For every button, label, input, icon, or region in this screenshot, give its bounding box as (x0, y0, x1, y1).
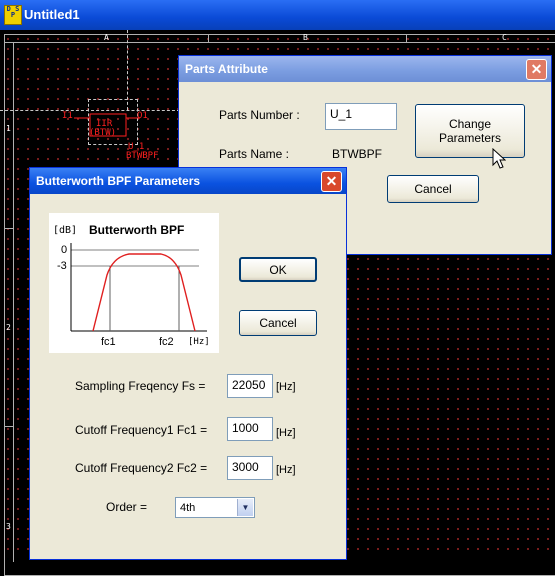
bpf-parameters-title-bar[interactable]: Butterworth BPF Parameters ✕ (30, 168, 346, 194)
graph-fc2: fc2 (159, 336, 174, 348)
close-icon: ✕ (325, 173, 338, 189)
order-select[interactable]: 4th ▼ (175, 497, 255, 518)
bpf-parameters-close-button[interactable]: ✕ (321, 171, 342, 192)
bpf-parameters-dialog: Butterworth BPF Parameters ✕ [dB] Butter… (29, 167, 347, 560)
parts-attribute-title: Parts Attribute (185, 62, 268, 76)
order-label: Order = (106, 500, 148, 514)
fc2-label: Cutoff Frequency2 Fc2 = (75, 461, 208, 475)
mouse-cursor-icon (492, 148, 506, 169)
fc1-unit: [Hz] (276, 427, 296, 439)
window-title: Untitled1 (24, 7, 80, 22)
bpf-response-graph: [dB] Butterworth BPF 0 -3 fc1 fc2 [Hz] (49, 213, 219, 353)
fc2-input[interactable]: 3000 (227, 456, 273, 480)
graph-y3: -3 (57, 260, 67, 272)
fs-label: Sampling Freqency Fs = (75, 379, 206, 393)
order-select-value: 4th (180, 502, 196, 514)
fs-input[interactable]: 22050 (227, 374, 273, 398)
fc2-unit: [Hz] (276, 464, 296, 476)
filter-part-symbol[interactable] (72, 100, 142, 140)
parts-attribute-close-button[interactable]: ✕ (526, 59, 547, 80)
change-parameters-button[interactable]: Change Parameters (415, 104, 525, 158)
column-ruler (5, 34, 555, 43)
row-divider (5, 426, 13, 427)
row-label-1: 1 (6, 124, 11, 133)
row-label-2: 2 (6, 323, 11, 332)
fc1-label: Cutoff Frequency1 Fc1 = (75, 423, 208, 437)
column-divider (208, 34, 209, 42)
bpf-cancel-button[interactable]: Cancel (239, 310, 317, 336)
parts-attribute-title-bar[interactable]: Parts Attribute ✕ (179, 56, 551, 82)
row-divider (5, 228, 13, 229)
close-icon: ✕ (530, 61, 543, 77)
parts-attribute-cancel-button[interactable]: Cancel (387, 175, 479, 203)
bpf-parameters-title: Butterworth BPF Parameters (36, 174, 201, 188)
part-name: BTWBPF (126, 151, 159, 161)
change-button-line2: Parameters (438, 131, 502, 145)
column-label-b: B (303, 33, 308, 42)
parts-name-value: BTWBPF (332, 147, 382, 161)
parts-name-label: Parts Name : (219, 147, 290, 161)
graph-y0: 0 (61, 244, 68, 256)
parts-number-label: Parts Number : (219, 108, 300, 122)
fs-unit: [Hz] (276, 381, 296, 393)
change-button-line1: Change (448, 117, 492, 131)
graph-xunit: [Hz] (188, 337, 210, 347)
chevron-down-icon[interactable]: ▼ (237, 499, 253, 516)
graph-fc1: fc1 (101, 336, 116, 348)
main-title-bar: D S P Untitled1 (0, 0, 555, 30)
parts-number-input[interactable]: U_1 (325, 103, 397, 130)
graph-title: Butterworth BPF (89, 223, 185, 237)
dsp-app-icon: D S P (4, 5, 22, 25)
selection-guide-vertical (127, 30, 128, 110)
row-ruler (5, 42, 14, 562)
column-label-c: C (502, 33, 507, 42)
fc1-input[interactable]: 1000 (227, 417, 273, 441)
ok-button[interactable]: OK (239, 257, 317, 282)
graph-ylabel: [dB] (53, 225, 78, 236)
column-label-a: A (104, 33, 109, 42)
column-divider (406, 34, 407, 42)
row-label-3: 3 (6, 522, 11, 531)
